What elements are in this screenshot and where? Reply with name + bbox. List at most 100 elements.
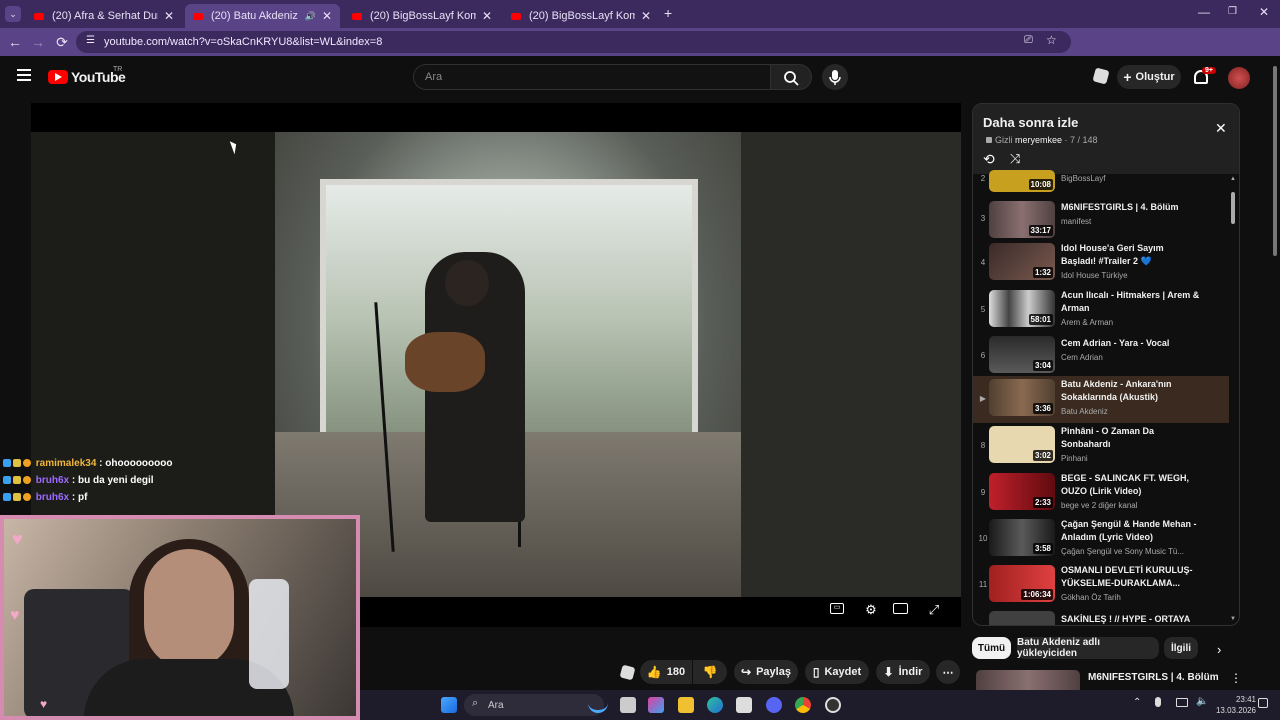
loop-icon[interactable]: ⟲ (983, 151, 995, 168)
video-thumbnail[interactable]: 10:08 (989, 170, 1055, 192)
recommended-more-icon[interactable]: ⋮ (1230, 671, 1242, 685)
volume-icon[interactable]: 🔈 (1196, 696, 1208, 707)
url-text[interactable]: youtube.com/watch?v=oSkaCnKRYU8&list=WL&… (104, 36, 382, 48)
notification-center-icon[interactable] (1258, 698, 1268, 708)
video-thumbnail[interactable]: 3:36 (989, 379, 1055, 416)
bookmark-star-icon[interactable]: ☆ (1046, 33, 1057, 47)
voice-search-button[interactable] (822, 64, 848, 90)
video-title[interactable]: M6NIFESTGIRLS | 4. Bölüm (1061, 201, 1201, 214)
hamburger-menu-icon[interactable] (17, 69, 31, 81)
scrollbar-thumb[interactable] (1231, 192, 1235, 224)
search-button[interactable] (770, 64, 812, 90)
playlist-item-current[interactable]: ▶ 3:36 Batu Akdeniz - Ankara'nın Sokakla… (973, 376, 1229, 423)
video-title[interactable]: SAKİNLEŞ ! // HYPE - ORTAYA (1061, 613, 1201, 625)
avatar[interactable] (1228, 67, 1250, 89)
page-scrollbar[interactable] (1270, 56, 1280, 690)
download-button[interactable]: ⬇ İndir (876, 660, 930, 684)
video-title[interactable]: Pinhâni - O Zaman Da Sonbahardı (1061, 425, 1201, 451)
network-icon[interactable] (1176, 698, 1188, 707)
close-icon[interactable]: ✕ (164, 9, 174, 23)
taskbar-search[interactable]: ⌕ Ara (464, 694, 604, 716)
chrome-icon[interactable] (795, 697, 811, 713)
tab-search-button[interactable]: ⌄ (5, 6, 21, 22)
edge-icon[interactable] (707, 697, 723, 713)
scroll-down-icon[interactable]: ▼ (1230, 616, 1236, 622)
video-title[interactable]: Batu Akdeniz - Ankara'nın Sokaklarında (… (1061, 378, 1201, 404)
playlist-item[interactable]: 11 1:06:34 OSMANLI DEVLETİ KURULUŞ-YÜKSE… (973, 562, 1229, 609)
premium-lite-icon[interactable] (619, 664, 636, 681)
playlist-item[interactable]: 8 3:02 Pinhâni - O Zaman Da Sonbahardı P… (973, 423, 1229, 470)
browser-tab-active[interactable]: (20) Batu Akdeniz - Ankara' 🔊 ✕ (185, 4, 340, 28)
close-window-button[interactable]: ✕ (1259, 5, 1269, 19)
copilot-icon[interactable] (648, 697, 664, 713)
chip-all[interactable]: Tümü (972, 637, 1011, 659)
back-button[interactable]: ← (6, 33, 24, 51)
search-input[interactable]: Ara (413, 64, 770, 90)
fullscreen-icon[interactable]: ⤢ (925, 601, 943, 619)
theater-mode-icon[interactable] (893, 603, 908, 614)
chip-from-uploader[interactable]: Batu Akdeniz adlı yükleyiciden (1017, 637, 1159, 659)
video-thumbnail[interactable]: 1:06:34 (989, 565, 1055, 602)
chip-related[interactable]: İlgili (1164, 637, 1198, 659)
dislike-button[interactable]: 👎 (693, 660, 727, 684)
chevron-right-icon[interactable]: › (1217, 642, 1221, 657)
close-icon[interactable]: ✕ (322, 9, 332, 23)
video-title[interactable]: Idol House'a Geri Sayım Başladı! #Traile… (1061, 242, 1201, 268)
playlist-item[interactable]: 5 58:01 Acun Ilıcalı - Hitmakers | Arem … (973, 287, 1229, 334)
playlist-item[interactable]: 9 2:33 BEGE - SALINCAK FT. WEGH, OUZO (L… (973, 470, 1229, 517)
video-thumbnail[interactable]: 3:04 (989, 336, 1055, 373)
tray-chevron-up-icon[interactable]: ⌃ (1133, 697, 1141, 708)
forward-button[interactable]: → (29, 33, 47, 51)
speaker-icon[interactable]: 🔊 (305, 11, 316, 22)
playlist-item[interactable]: 6 3:04 Cem Adrian - Yara - Vocal Cem Adr… (973, 333, 1229, 380)
discord-icon[interactable] (766, 697, 782, 713)
minimize-button[interactable]: — (1198, 5, 1210, 19)
like-button[interactable]: 👍 180 (640, 660, 692, 684)
save-button[interactable]: ▯ Kaydet (805, 660, 869, 684)
subtitles-icon[interactable]: ▭ (830, 603, 844, 614)
video-thumbnail[interactable] (989, 611, 1055, 625)
playlist-item[interactable]: 3 33:17 M6NIFESTGIRLS | 4. Bölüm manifes… (973, 196, 1229, 243)
video-title[interactable]: Çağan Şengül & Hande Mehan - Anladım (Ly… (1061, 518, 1201, 544)
video-thumbnail[interactable]: 1:32 (989, 243, 1055, 280)
playlist-item[interactable]: SAKİNLEŞ ! // HYPE - ORTAYA (973, 608, 1229, 625)
scrollbar-thumb[interactable] (1273, 66, 1277, 256)
close-icon[interactable]: ✕ (482, 9, 492, 23)
restore-button[interactable]: ❐ (1228, 6, 1237, 17)
video-title[interactable]: BEGE - SALINCAK FT. WEGH, OUZO (Lirik Vi… (1061, 472, 1201, 498)
browser-tab[interactable]: (20) BigBossLayf Komik Anlar # ✕ (344, 4, 500, 28)
shuffle-icon[interactable]: ⤨ (1010, 151, 1020, 167)
more-actions-button[interactable]: ⋯ (936, 660, 960, 684)
file-explorer-icon[interactable] (678, 697, 694, 713)
video-thumbnail[interactable]: 3:58 (989, 519, 1055, 556)
create-button[interactable]: + Oluştur (1117, 65, 1181, 89)
video-title[interactable]: OSMANLI DEVLETİ KURULUŞ-YÜKSELME-DURAKLA… (1061, 564, 1201, 590)
video-thumbnail[interactable]: 2:33 (989, 473, 1055, 510)
playlist-item[interactable]: 2 10:08 BigBossLayf (973, 170, 1229, 194)
reload-button[interactable]: ⟳ (53, 33, 71, 51)
scroll-up-icon[interactable]: ▲ (1230, 176, 1236, 182)
site-info-icon[interactable]: ☰ (86, 35, 95, 46)
obs-icon[interactable] (825, 697, 841, 713)
settings-gear-icon[interactable]: ⚙ (862, 601, 880, 619)
recommended-thumbnail[interactable] (976, 670, 1080, 690)
new-tab-button[interactable]: + (664, 5, 678, 21)
playlist-item[interactable]: 10 3:58 Çağan Şengül & Hande Mehan - Anl… (973, 516, 1229, 563)
task-view-icon[interactable] (620, 697, 636, 713)
system-clock[interactable]: 23:41 13.03.2026 (1216, 694, 1256, 716)
playlist-title[interactable]: Daha sonra izle (983, 115, 1078, 130)
browser-tab[interactable]: (20) Afra & Serhat Durmus - Le ✕ (26, 4, 182, 28)
video-thumbnail[interactable]: 58:01 (989, 290, 1055, 327)
recommended-title[interactable]: M6NIFESTGIRLS | 4. Bölüm (1088, 672, 1219, 683)
video-title[interactable]: Acun Ilıcalı - Hitmakers | Arem & Arman (1061, 289, 1201, 315)
store-icon[interactable] (736, 697, 752, 713)
video-thumbnail[interactable]: 33:17 (989, 201, 1055, 238)
browser-tab[interactable]: (20) BigBossLayf Komik Anlar # ✕ (503, 4, 659, 28)
windows-start-icon[interactable] (441, 697, 457, 713)
playlist-scrollbar[interactable]: ▲ ▼ (1229, 174, 1237, 625)
video-thumbnail[interactable]: 3:02 (989, 426, 1055, 463)
close-icon[interactable]: ✕ (1215, 120, 1227, 137)
address-bar[interactable]: ☰ youtube.com/watch?v=oSkaCnKRYU8&list=W… (76, 31, 1071, 53)
share-button[interactable]: ↪ Paylaş (734, 660, 798, 684)
close-icon[interactable]: ✕ (641, 9, 651, 23)
